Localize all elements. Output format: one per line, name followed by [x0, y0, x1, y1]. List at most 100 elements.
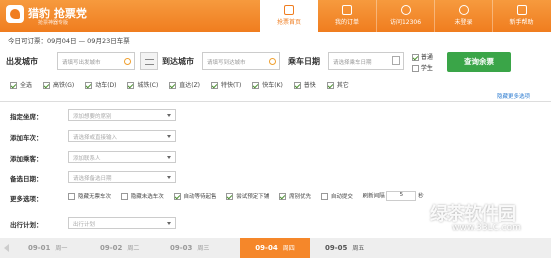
from-city-label: 出发城市 [6, 57, 38, 66]
nav-home-label: 抢票首页 [276, 19, 301, 26]
plan-label: 出行计划： [10, 221, 43, 229]
nav-login-label: 未登录 [454, 19, 473, 26]
calendar-icon [392, 56, 400, 65]
filter-c[interactable]: 城铁(C) [127, 80, 158, 89]
option-lower-berth[interactable]: 尝试预定下铺 [226, 192, 269, 200]
train-icon [284, 5, 294, 15]
leopard-logo-icon [6, 5, 24, 23]
option-auto-wait[interactable]: 自动等待起售 [173, 192, 217, 200]
filter-k[interactable]: 快车(K) [252, 80, 283, 89]
watermark-url: www.33LC.com [452, 223, 521, 233]
option-checkbox[interactable] [68, 192, 75, 200]
filter-checkbox[interactable] [10, 82, 17, 89]
checkbox-normal[interactable] [412, 54, 419, 61]
filter-checkbox[interactable] [169, 82, 177, 89]
chevron-down-icon [167, 176, 171, 179]
top-header: 猎豹 抢票党 抢票神器专版 抢票首页 我的订单 访问12306 未登录 新手帮助 [0, 0, 551, 32]
bookable-date-range: 今日可订票：09月04日 — 09月23日车票 [8, 37, 130, 45]
filter-t[interactable]: 特快(T) [210, 80, 241, 89]
backup-date-select[interactable]: 请选择备选日期 [68, 171, 176, 183]
filter-all[interactable]: 全选 [10, 80, 32, 89]
refresh-interval-input[interactable]: 5 [386, 191, 417, 201]
option-checkbox[interactable] [120, 192, 128, 200]
to-city-label: 到达城市 [162, 57, 194, 66]
option-auto-submit[interactable]: 自动提交 [320, 192, 353, 200]
filter-checkbox[interactable] [326, 82, 334, 89]
date-placeholder: 请选择乘车日期 [333, 60, 372, 66]
ticket-type-normal[interactable]: 普通 [412, 52, 433, 61]
checkbox-student[interactable] [412, 65, 419, 72]
filter-d[interactable]: 动车(D) [85, 80, 117, 89]
passenger-select[interactable]: 添加联系人 [68, 151, 176, 163]
prev-arrow-icon[interactable] [4, 244, 9, 252]
nav-12306-label: 访问12306 [389, 19, 422, 26]
from-city-placeholder: 请填写出发城市 [62, 60, 101, 66]
more-options-label: 更多选项： [10, 195, 43, 203]
option-checkbox[interactable] [226, 192, 234, 200]
chevron-down-icon [167, 135, 171, 138]
option-hide-no-ticket[interactable]: 隐藏无票车次 [68, 192, 111, 200]
filter-checkbox[interactable] [293, 82, 301, 89]
option-hide-unselected[interactable]: 隐藏未选车次 [120, 192, 164, 200]
location-icon [124, 58, 131, 65]
filter-checkbox[interactable] [85, 82, 93, 89]
globe-icon [400, 5, 411, 15]
option-checkbox[interactable] [279, 192, 287, 200]
swap-cities-button[interactable] [140, 52, 158, 70]
more-options: 隐藏无票车次 隐藏未选车次 自动等待起售 尝试预定下铺 席别优先 自动提交 刷新… [68, 191, 432, 201]
chevron-down-icon [167, 114, 171, 117]
chevron-down-icon [167, 156, 171, 159]
date-tab[interactable]: 09-02 周二 [100, 238, 155, 258]
date-tab[interactable]: 09-01 周一 [28, 238, 83, 258]
query-tickets-button[interactable]: 查询余票 [447, 52, 511, 72]
date-label: 乘车日期 [288, 57, 320, 66]
train-type-filter: 全选 高铁(G) 动车(D) 城铁(C) 直达(Z) 特快(T) 快车(K) 普… [10, 80, 358, 89]
help-icon [516, 5, 527, 15]
filter-checkbox[interactable] [42, 82, 50, 89]
plan-select[interactable]: 出行计划 [68, 217, 176, 229]
to-city-placeholder: 请填写到达城市 [207, 60, 246, 66]
ticket-normal-label: 普通 [420, 54, 433, 61]
filter-checkbox[interactable] [252, 82, 260, 89]
train-select[interactable]: 请选择或直接输入 [68, 130, 176, 142]
filter-z[interactable]: 直达(Z) [169, 80, 200, 89]
seat-label: 指定坐席： [10, 113, 43, 121]
user-icon [458, 5, 469, 15]
nav-home[interactable]: 抢票首页 [260, 0, 318, 32]
hide-more-options-link[interactable]: 隐藏更多选项 [497, 92, 530, 100]
location-icon [269, 58, 276, 65]
from-city-input[interactable]: 请填写出发城市 [57, 52, 135, 70]
nav-help[interactable]: 新手帮助 [492, 0, 550, 32]
nav-12306[interactable]: 访问12306 [376, 0, 434, 32]
filter-g[interactable]: 高铁(G) [42, 80, 74, 89]
chevron-down-icon [167, 222, 171, 225]
date-input[interactable]: 请选择乘车日期 [328, 52, 404, 70]
refresh-interval: 刷新间隔 5 秒 [363, 191, 424, 201]
date-tab-active[interactable]: 09-04 周四 [240, 238, 310, 258]
passenger-label: 添加乘客： [10, 155, 43, 163]
filter-checkbox[interactable] [210, 82, 218, 89]
date-strip: 09-01 周一 09-02 周二 09-03 周三 09-04 周四 09-05 周五 [0, 238, 551, 258]
logo-subtitle: 抢票神器专版 [38, 20, 69, 26]
option-checkbox[interactable] [320, 192, 328, 200]
seat-select[interactable]: 添加想要的席别 [68, 109, 176, 121]
to-city-input[interactable]: 请填写到达城市 [202, 52, 280, 70]
filter-checkbox[interactable] [127, 82, 135, 89]
option-seat-priority[interactable]: 席别优先 [279, 192, 311, 200]
nav-login[interactable]: 未登录 [434, 0, 492, 32]
refresh-unit: 秒 [418, 193, 424, 200]
nav-orders[interactable]: 我的订单 [318, 0, 376, 32]
ticket-student-label: 学生 [420, 65, 433, 72]
ticket-type-student[interactable]: 学生 [412, 63, 433, 72]
train-label: 添加车次： [10, 134, 43, 142]
backup-date-label: 备选日期： [10, 175, 43, 183]
date-tab[interactable]: 09-05 周五 [325, 238, 385, 258]
filter-normal[interactable]: 普快 [293, 80, 316, 89]
app-logo: 猎豹 抢票党 抢票神器专版 [6, 5, 96, 27]
nav-orders-label: 我的订单 [334, 19, 359, 26]
nav-help-label: 新手帮助 [509, 19, 534, 26]
option-checkbox[interactable] [173, 192, 181, 200]
divider [0, 101, 551, 102]
date-tab[interactable]: 09-03 周三 [170, 238, 230, 258]
filter-other[interactable]: 其它 [326, 80, 349, 89]
